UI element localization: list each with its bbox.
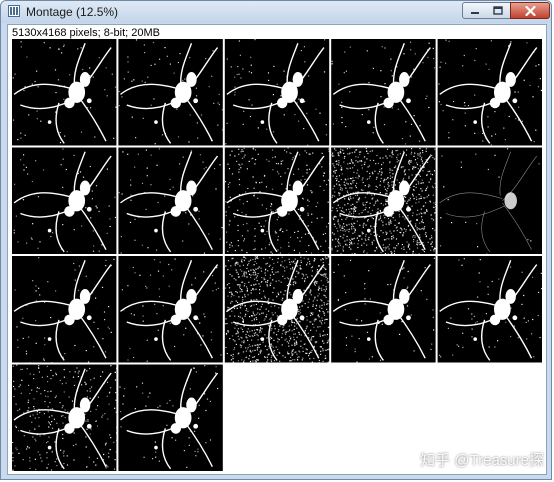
montage-panel xyxy=(12,147,117,254)
minimize-icon xyxy=(470,11,479,14)
maximize-icon xyxy=(493,6,503,15)
watermark-text: 知乎 @Treasure探 xyxy=(420,452,544,469)
montage-panel xyxy=(331,147,437,256)
montage-panel xyxy=(331,256,436,363)
maximize-button[interactable] xyxy=(486,2,511,19)
minimize-button[interactable] xyxy=(462,2,487,19)
montage-panel xyxy=(224,39,331,146)
window-title: Montage (12.5%) xyxy=(26,5,119,19)
montage-window: Montage (12.5%) 5130x4168 pixels; 8-bit;… xyxy=(0,0,552,480)
montage-panel xyxy=(12,256,117,364)
montage-panel xyxy=(12,364,118,471)
montage-image[interactable] xyxy=(12,39,542,471)
montage-panel xyxy=(224,364,330,471)
montage-panel xyxy=(118,147,223,254)
montage-grid xyxy=(12,39,542,471)
image-canvas-area: 5130x4168 pixels; 8-bit; 20MB xyxy=(7,24,547,475)
montage-panel xyxy=(224,147,331,255)
close-button[interactable] xyxy=(510,2,550,19)
imagej-window-icon xyxy=(8,5,20,17)
montage-panel xyxy=(437,256,542,364)
montage-panel xyxy=(331,39,436,146)
montage-panel xyxy=(118,256,223,363)
montage-panel xyxy=(12,39,117,146)
montage-panel xyxy=(118,39,224,146)
montage-panel xyxy=(118,364,223,471)
image-info-text: 5130x4168 pixels; 8-bit; 20MB xyxy=(12,27,160,39)
montage-panel xyxy=(437,39,542,146)
title-bar[interactable]: Montage (12.5%) xyxy=(1,1,551,23)
montage-panel xyxy=(224,256,331,364)
montage-panel xyxy=(437,147,542,255)
close-icon xyxy=(524,5,536,16)
